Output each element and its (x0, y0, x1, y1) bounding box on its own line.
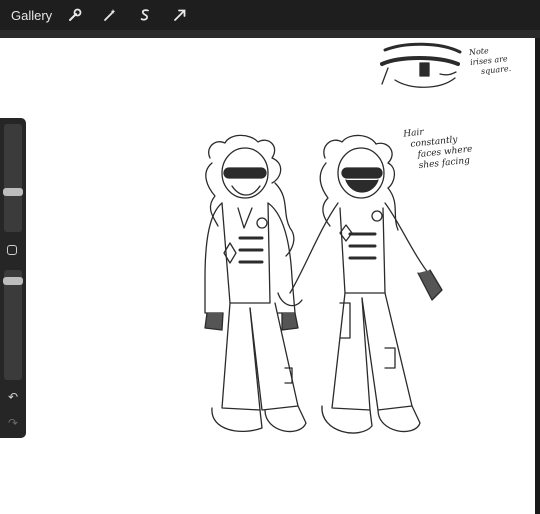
brush-size-thumb[interactable] (3, 188, 23, 196)
opacity-slider[interactable] (4, 270, 22, 380)
wrench-icon (69, 8, 82, 21)
note-annotation: Note irises are square. (469, 44, 512, 78)
adjustments-button[interactable] (99, 4, 121, 26)
toolbar-strip (0, 30, 540, 38)
gallery-button[interactable]: Gallery (11, 8, 52, 23)
transform-arrow-icon (174, 9, 186, 21)
redo-icon[interactable]: ↷ (6, 416, 20, 430)
opacity-thumb[interactable] (3, 277, 23, 285)
character-sketch (204, 42, 462, 434)
top-toolbar: Gallery (0, 0, 540, 30)
brush-sidebar: ↶ ↷ (0, 118, 26, 438)
actions-button[interactable] (64, 4, 86, 26)
selection-s-icon (140, 9, 150, 21)
selection-button[interactable] (134, 4, 156, 26)
brush-size-slider[interactable] (4, 124, 22, 232)
modify-button[interactable] (7, 245, 17, 255)
magic-wand-icon (104, 9, 116, 21)
undo-icon[interactable]: ↶ (6, 390, 20, 404)
hair-annotation: Hair constantly faces where shes facing (403, 123, 474, 174)
canvas-edge (535, 38, 540, 514)
drawing-canvas[interactable]: Note irises are square. Hair constantly … (0, 38, 535, 514)
transform-button[interactable] (169, 4, 191, 26)
